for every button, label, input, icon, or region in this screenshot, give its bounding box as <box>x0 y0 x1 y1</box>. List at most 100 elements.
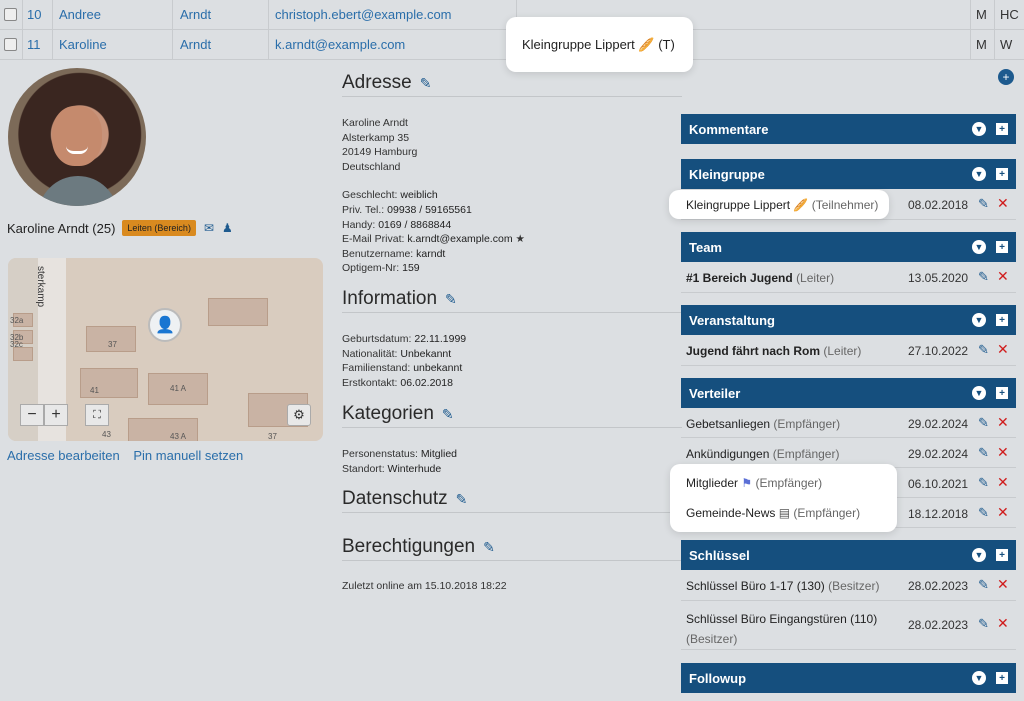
plus-square-icon[interactable]: + <box>996 314 1008 326</box>
flag-icon: ⚑ <box>741 476 753 490</box>
verteiler-highlight[interactable]: Mitglieder ⚑ (Empfänger) Gemeinde-News ▤… <box>670 464 897 532</box>
information-title: Information <box>342 288 438 309</box>
delete-icon[interactable]: ✕ <box>997 504 1009 521</box>
pencil-icon[interactable]: ✎ <box>978 269 989 285</box>
pencil-icon[interactable]: ✎ <box>978 616 989 632</box>
pencil-icon[interactable]: ✎ <box>456 491 468 508</box>
pencil-icon[interactable]: ✎ <box>978 445 989 461</box>
pencil-icon[interactable]: ✎ <box>978 196 989 212</box>
map-label: 37 <box>108 340 117 349</box>
leaf-icon: 🥖 <box>638 37 655 52</box>
pencil-icon[interactable]: ✎ <box>978 342 989 358</box>
plus-square-icon[interactable]: + <box>996 672 1008 684</box>
last-name[interactable]: Arndt <box>180 7 211 22</box>
plus-square-icon[interactable]: + <box>996 387 1008 399</box>
kleingruppe-highlight[interactable]: Kleingruppe Lippert 🥖 (Teilnehmer) <box>669 190 889 219</box>
pencil-icon[interactable]: ✎ <box>483 539 495 556</box>
page: 10 Andree Arndt christoph.ebert@example.… <box>0 0 1024 701</box>
zoom-out-button[interactable]: − <box>20 404 44 426</box>
entry-name: Kleingruppe Lippert <box>686 198 791 212</box>
pencil-icon[interactable]: ✎ <box>978 505 989 521</box>
email-label: E-Mail Privat: <box>342 233 405 246</box>
email-link[interactable]: christoph.ebert@example.com <box>275 7 452 22</box>
group-cell-highlight[interactable]: Kleingruppe Lippert 🥖 (T) <box>506 17 693 72</box>
entry-date: 28.02.2023 <box>908 618 969 632</box>
list-item[interactable]: #1 Bereich Jugend (Leiter) 13.05.2020 ✎ … <box>681 262 1016 293</box>
entry-name: #1 Bereich Jugend <box>686 271 793 285</box>
extra-cell: W <box>1000 37 1013 52</box>
delete-icon[interactable]: ✕ <box>997 615 1009 632</box>
panel-kleingruppe[interactable]: Kleingruppe ▼ + <box>681 159 1016 189</box>
email-value[interactable]: k.arndt@example.com <box>407 233 512 245</box>
row-number[interactable]: 10 <box>27 7 41 22</box>
last-name[interactable]: Arndt <box>180 37 211 52</box>
chevron-down-icon[interactable]: ▼ <box>972 313 986 327</box>
delete-icon[interactable]: ✕ <box>997 341 1009 358</box>
chevron-down-icon[interactable]: ▼ <box>972 671 986 685</box>
set-pin-link[interactable]: Pin manuell setzen <box>133 448 243 463</box>
chevron-down-icon[interactable]: ▼ <box>972 386 986 400</box>
row-number[interactable]: 11 <box>27 37 41 52</box>
address-line: Deutschland <box>342 160 401 173</box>
delete-icon[interactable]: ✕ <box>997 414 1009 431</box>
fullscreen-icon[interactable]: ⛶ <box>85 404 109 426</box>
divider <box>342 312 682 313</box>
delete-icon[interactable]: ✕ <box>997 576 1009 593</box>
star-icon[interactable]: ★ <box>515 233 524 245</box>
categories-heading: Kategorien ✎ <box>342 403 454 425</box>
pencil-icon[interactable]: ✎ <box>420 75 432 92</box>
entry-name: Gebetsanliegen <box>686 417 771 431</box>
address-line: Karoline Arndt <box>342 117 408 129</box>
first-name[interactable]: Karoline <box>59 37 107 52</box>
panel-kommentare[interactable]: Kommentare ▼ + <box>681 114 1016 144</box>
entry-name: Jugend fährt nach Rom <box>686 344 821 358</box>
list-item[interactable]: Gebetsanliegen (Empfänger) 29.02.2024 ✎ … <box>681 408 1016 438</box>
pencil-icon[interactable]: ✎ <box>442 406 454 423</box>
delete-icon[interactable]: ✕ <box>997 195 1009 212</box>
pencil-icon[interactable]: ✎ <box>978 415 989 431</box>
gear-icon[interactable]: ⚙ <box>287 404 311 426</box>
chevron-down-icon[interactable]: ▼ <box>972 122 986 136</box>
pencil-icon[interactable]: ✎ <box>445 291 457 308</box>
edit-address-link[interactable]: Adresse bearbeiten <box>7 448 120 463</box>
list-item[interactable]: Jugend fährt nach Rom (Leiter) 27.10.202… <box>681 335 1016 366</box>
list-item[interactable]: Schlüssel Büro Eingangstüren (110) (Besit… <box>681 601 1016 650</box>
pencil-icon[interactable]: ✎ <box>978 577 989 593</box>
family-value: unbekannt <box>413 362 463 375</box>
mail-icon[interactable]: ✉ <box>204 221 214 235</box>
plus-square-icon[interactable]: + <box>996 168 1008 180</box>
user-secret-icon[interactable]: ♟ <box>222 221 233 235</box>
row-checkbox[interactable] <box>4 8 17 21</box>
location-map[interactable]: 32a 32b 32c 37 41 41 A 43 43 A 37 sterka… <box>8 258 323 441</box>
phone-value: 09938 / 59165561 <box>387 203 472 216</box>
delete-icon[interactable]: ✕ <box>997 444 1009 461</box>
address-heading: Adresse ✎ <box>342 72 431 94</box>
plus-square-icon[interactable]: + <box>996 241 1008 253</box>
panel-team[interactable]: Team ▼ + <box>681 232 1016 262</box>
delete-icon[interactable]: ✕ <box>997 268 1009 285</box>
delete-icon[interactable]: ✕ <box>997 474 1009 491</box>
chevron-down-icon[interactable]: ▼ <box>972 167 986 181</box>
first-name[interactable]: Andree <box>59 7 101 22</box>
plus-square-icon[interactable]: + <box>996 549 1008 561</box>
entry-name: Gemeinde-News <box>686 506 776 520</box>
pencil-icon[interactable]: ✎ <box>978 475 989 491</box>
list-item[interactable]: Schlüssel Büro 1-17 (130) (Besitzer) 28.… <box>681 570 1016 601</box>
row-checkbox[interactable] <box>4 38 17 51</box>
entry-name: Ankündigungen <box>686 447 770 461</box>
chevron-down-icon[interactable]: ▼ <box>972 240 986 254</box>
panel-veranstaltung[interactable]: Veranstaltung ▼ + <box>681 305 1016 335</box>
map-label: 41 A <box>170 384 187 393</box>
site-label: Standort: <box>342 462 385 475</box>
zoom-in-button[interactable]: + <box>44 404 68 426</box>
location-pin-icon[interactable]: 👤 <box>148 308 182 342</box>
panel-schluessel[interactable]: Schlüssel ▼ + <box>681 540 1016 570</box>
entry-date: 06.10.2021 <box>908 477 969 491</box>
panel-followup[interactable]: Followup ▼ + <box>681 663 1016 693</box>
birth-value: 22.11.1999 <box>414 333 467 345</box>
add-circle-icon[interactable]: + <box>998 69 1014 85</box>
panel-verteiler[interactable]: Verteiler ▼ + <box>681 378 1016 408</box>
chevron-down-icon[interactable]: ▼ <box>972 548 986 562</box>
plus-square-icon[interactable]: + <box>996 123 1008 135</box>
email-link[interactable]: k.arndt@example.com <box>275 37 405 52</box>
